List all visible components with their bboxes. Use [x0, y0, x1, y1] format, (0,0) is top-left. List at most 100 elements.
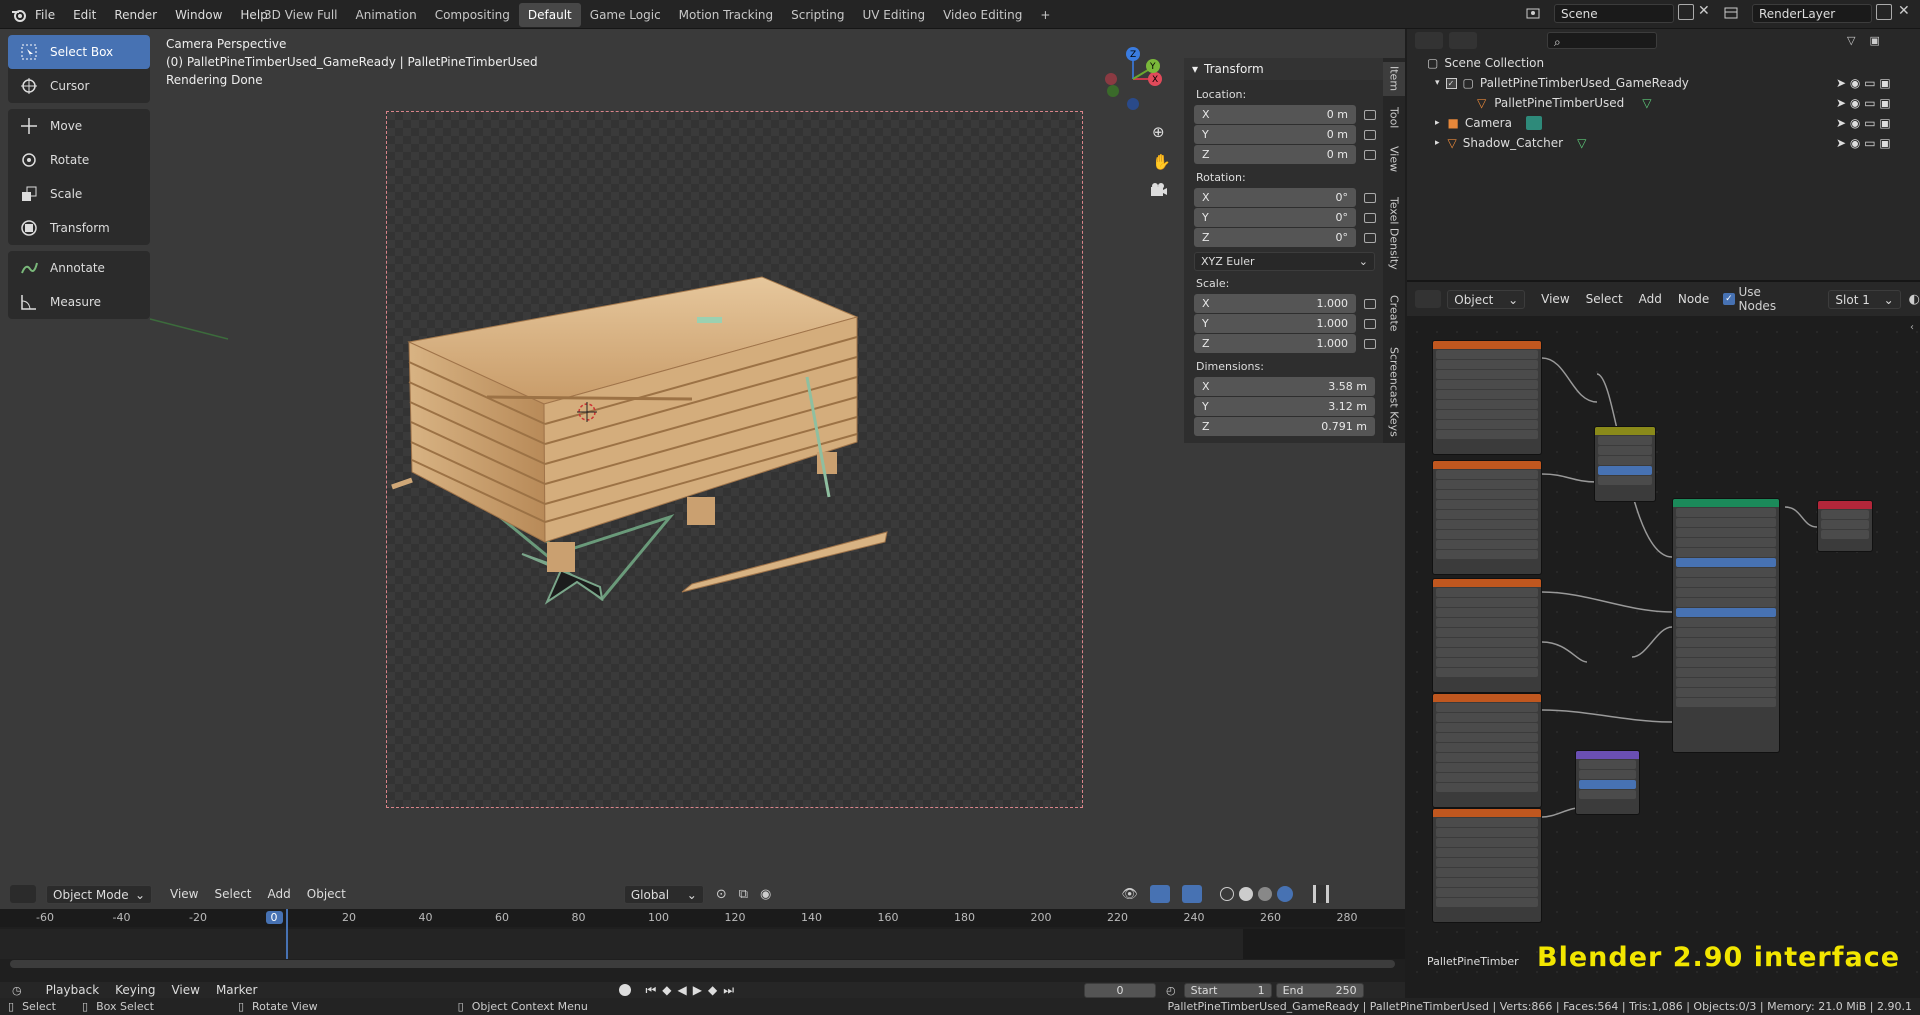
lock-icon[interactable] — [1364, 232, 1376, 243]
dimensions-z-field[interactable]: Z 0.791 m — [1194, 417, 1375, 436]
wireframe-shading-icon[interactable] — [1219, 887, 1234, 901]
tool-cursor[interactable]: Cursor — [8, 69, 150, 103]
node-material-output[interactable] — [1817, 500, 1873, 552]
tool-rotate[interactable]: Rotate — [8, 143, 150, 177]
vp-menu-add[interactable]: Add — [260, 887, 299, 901]
menu-file[interactable]: File — [26, 8, 64, 22]
snap-icon[interactable]: ⧉ — [739, 887, 748, 902]
menu-view[interactable]: View — [163, 983, 207, 997]
next-keyframe-icon[interactable]: ◆ — [708, 983, 717, 997]
timeline-ruler[interactable]: -60 -40 -20 0 20 40 60 80 100 120 140 160 180 200 220 2… — [0, 909, 1405, 927]
sidebar-tab-tool[interactable]: Tool — [1383, 100, 1405, 136]
sidebar-tab-view[interactable]: View — [1383, 140, 1405, 178]
visibility-icon[interactable]: ◉ — [1850, 116, 1860, 130]
chevron-right-icon[interactable]: ▸ — [1435, 118, 1440, 128]
visibility-icon[interactable]: ◉ — [1850, 136, 1860, 150]
pause-render-icon[interactable] — [1312, 885, 1329, 903]
node-opacity-texture[interactable] — [1432, 693, 1542, 808]
node-roughness-texture[interactable] — [1432, 578, 1542, 693]
filter-icon[interactable]: ▽ — [1847, 34, 1855, 47]
lock-icon[interactable] — [1364, 298, 1376, 309]
menu-edit[interactable]: Edit — [64, 8, 105, 22]
menu-render[interactable]: Render — [105, 8, 166, 22]
vp-menu-select[interactable]: Select — [206, 887, 259, 901]
rotation-y-field[interactable]: Y 0° — [1194, 208, 1356, 227]
new-render-layer-icon[interactable] — [1876, 4, 1892, 20]
3d-viewport[interactable]: Camera Perspective (0) PalletPineTimberU… — [0, 29, 1405, 909]
tool-measure[interactable]: Measure — [8, 285, 150, 319]
scene-selector[interactable]: Scene — [1554, 4, 1674, 23]
dimensions-y-field[interactable]: Y 3.12 m — [1194, 397, 1375, 416]
gizmo-toggle-icon[interactable] — [1149, 885, 1170, 903]
tool-move[interactable]: Move — [8, 109, 150, 143]
tool-scale[interactable]: Scale — [8, 177, 150, 211]
tab-game-logic[interactable]: Game Logic — [581, 3, 670, 27]
node-normal-texture[interactable] — [1432, 808, 1542, 923]
tab-scripting[interactable]: Scripting — [782, 3, 853, 27]
pivot-icon[interactable]: ⊙ — [716, 887, 727, 902]
render-layer-icon[interactable] — [1722, 4, 1740, 22]
mode-dropdown[interactable]: Object Mode ⌄ — [46, 884, 152, 904]
clock-icon[interactable]: ◷ — [12, 984, 22, 997]
record-icon[interactable] — [619, 984, 632, 996]
menu-window[interactable]: Window — [166, 8, 231, 22]
sidebar-tab-screencast-keys[interactable]: Screencast Keys — [1383, 342, 1405, 442]
outliner-search-input[interactable]: ⌕ — [1547, 31, 1657, 49]
camera-view-icon[interactable] — [1150, 183, 1168, 197]
viewport-toggle-icon[interactable]: ▭ — [1864, 116, 1875, 130]
render-toggle-icon[interactable]: ▣ — [1879, 136, 1890, 150]
timeline-scrollbar[interactable] — [10, 960, 1395, 968]
location-z-field[interactable]: Z 0 m — [1194, 145, 1356, 164]
stopwatch-icon[interactable]: ◴ — [1166, 984, 1176, 997]
location-y-field[interactable]: Y 0 m — [1194, 125, 1356, 144]
checkbox-icon[interactable]: ✓ — [1445, 77, 1457, 89]
render-toggle-icon[interactable]: ▣ — [1879, 76, 1890, 90]
tab-motion-tracking[interactable]: Motion Tracking — [670, 3, 782, 27]
menu-keying[interactable]: Keying — [107, 983, 163, 997]
transform-panel-header[interactable]: ▾ Transform — [1184, 58, 1383, 80]
play-icon[interactable]: ▶ — [693, 983, 702, 997]
lock-icon[interactable] — [1364, 318, 1376, 329]
overlay-toggle-icon[interactable] — [1181, 885, 1202, 903]
vp-menu-view[interactable]: View — [162, 887, 206, 901]
viewport-toggle-icon[interactable]: ▭ — [1864, 96, 1875, 110]
rotation-mode-dropdown[interactable]: XYZ Euler ⌄ — [1194, 252, 1375, 271]
tool-transform[interactable]: Transform — [8, 211, 150, 245]
tab-default[interactable]: Default — [518, 2, 581, 27]
render-toggle-icon[interactable]: ▣ — [1879, 116, 1890, 130]
select-toggle-icon[interactable]: ➤ — [1836, 96, 1846, 110]
rotation-x-field[interactable]: X 0° — [1194, 188, 1356, 207]
rendered-shading-icon[interactable] — [1276, 886, 1293, 902]
start-frame-field[interactable]: Start 1 — [1183, 982, 1272, 998]
sidebar-tab-texel-density[interactable]: Texel Density — [1383, 182, 1405, 284]
scale-y-field[interactable]: Y 1.000 — [1194, 314, 1356, 333]
display-mode-icon[interactable] — [1449, 31, 1477, 49]
scale-z-field[interactable]: Z 1.000 — [1194, 334, 1356, 353]
new-scene-icon[interactable] — [1678, 4, 1694, 20]
editor-type-icon[interactable] — [10, 885, 36, 903]
lock-icon[interactable] — [1364, 192, 1376, 203]
timeline[interactable]: -60 -40 -20 0 20 40 60 80 100 120 140 160 180 200 220 2… — [0, 909, 1405, 982]
prev-keyframe-icon[interactable]: ◆ — [662, 983, 671, 997]
transform-orientation-dropdown[interactable]: Global ⌄ — [623, 884, 704, 904]
scene-icon[interactable] — [1525, 4, 1543, 22]
tool-annotate[interactable]: Annotate — [8, 251, 150, 285]
visibility-icon[interactable]: 👁 — [1121, 887, 1138, 902]
menu-playback[interactable]: Playback — [38, 983, 108, 997]
end-frame-field[interactable]: End 250 — [1275, 982, 1364, 998]
solid-shading-icon[interactable] — [1238, 887, 1253, 901]
zoom-icon[interactable]: ⊕ — [1152, 123, 1165, 141]
rotation-z-field[interactable]: Z 0° — [1194, 228, 1356, 247]
shader-node-editor[interactable]: Object ⌄ View Select Add Node ✓ Use Nodes… — [1407, 282, 1920, 982]
tab-3d-view-full[interactable]: 3D View Full — [255, 3, 347, 27]
select-toggle-icon[interactable]: ➤ — [1836, 136, 1846, 150]
vp-menu-object[interactable]: Object — [299, 887, 354, 901]
tab-uv-editing[interactable]: UV Editing — [854, 3, 935, 27]
lock-icon[interactable] — [1364, 129, 1376, 140]
visibility-icon[interactable]: ◉ — [1850, 96, 1860, 110]
proportional-edit-icon[interactable]: ◉ — [760, 887, 771, 902]
visibility-icon[interactable]: ◉ — [1850, 76, 1860, 90]
pan-hand-icon[interactable]: ✋ — [1152, 153, 1171, 171]
tab-compositing[interactable]: Compositing — [426, 3, 519, 27]
sidebar-tab-create[interactable]: Create — [1383, 288, 1405, 338]
